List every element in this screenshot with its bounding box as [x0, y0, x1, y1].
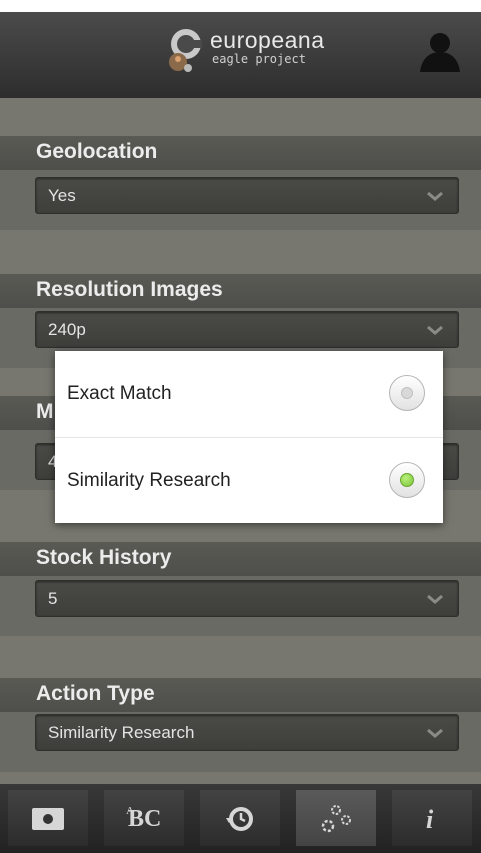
section-header-action-type: Action Type: [0, 678, 481, 712]
spacer: [0, 636, 481, 678]
select-value: 5: [48, 589, 58, 608]
action-type-select[interactable]: Similarity Research: [35, 714, 459, 751]
tab-info[interactable]: i: [392, 790, 472, 846]
section-title: Resolution Images: [36, 278, 223, 301]
settings-gears-icon: [321, 805, 351, 833]
tab-settings[interactable]: [296, 790, 376, 846]
history-icon: [226, 807, 253, 831]
option-exact-match[interactable]: Exact Match: [55, 351, 443, 437]
radio-button-selected[interactable]: [389, 462, 425, 498]
app-header: europeana eagle project: [0, 12, 481, 99]
logo-subtitle: eagle project: [212, 52, 306, 66]
section-title: Action Type: [36, 682, 155, 705]
option-label: Similarity Research: [67, 470, 231, 491]
geolocation-select[interactable]: Yes: [35, 177, 459, 214]
spacer: [0, 230, 481, 274]
select-value: Similarity Research: [48, 723, 195, 742]
camera-icon: [32, 808, 64, 830]
chevron-down-icon: [427, 594, 443, 604]
section-header-resolution: Resolution Images: [0, 274, 481, 308]
tab-text-recognition[interactable]: BC A: [104, 790, 184, 846]
select-value: 240p: [48, 320, 86, 339]
section-header-stock-history: Stock History: [0, 542, 481, 576]
info-icon: i: [426, 805, 434, 834]
option-label: Exact Match: [67, 383, 172, 404]
action-type-dialog: Exact Match Similarity Research: [55, 351, 443, 523]
spacer: [0, 98, 481, 136]
chevron-down-icon: [427, 728, 443, 738]
tab-history[interactable]: [200, 790, 280, 846]
bottom-tab-bar: BC A i: [0, 784, 481, 853]
tab-camera[interactable]: [8, 790, 88, 846]
section-title: Geolocation: [36, 140, 158, 163]
text-recognition-icon: BC A: [126, 805, 161, 832]
section-header-geolocation: Geolocation: [0, 136, 481, 170]
option-similarity-research[interactable]: Similarity Research: [55, 437, 443, 524]
section-title: M: [36, 400, 54, 423]
stock-history-select[interactable]: 5: [35, 580, 459, 617]
europeana-logo-icon: [169, 29, 202, 72]
europeana-logo: europeana eagle project: [166, 24, 346, 84]
chevron-down-icon: [427, 191, 443, 201]
user-icon[interactable]: [418, 30, 462, 74]
logo-title: europeana: [210, 27, 325, 53]
radio-button-unselected[interactable]: [389, 375, 425, 411]
svg-text:i: i: [426, 805, 434, 834]
svg-text:A: A: [126, 805, 134, 817]
spacer: [0, 772, 481, 784]
section-title: Stock History: [36, 546, 172, 569]
chevron-down-icon: [427, 325, 443, 335]
select-value: Yes: [48, 186, 76, 205]
resolution-select[interactable]: 240p: [35, 311, 459, 348]
